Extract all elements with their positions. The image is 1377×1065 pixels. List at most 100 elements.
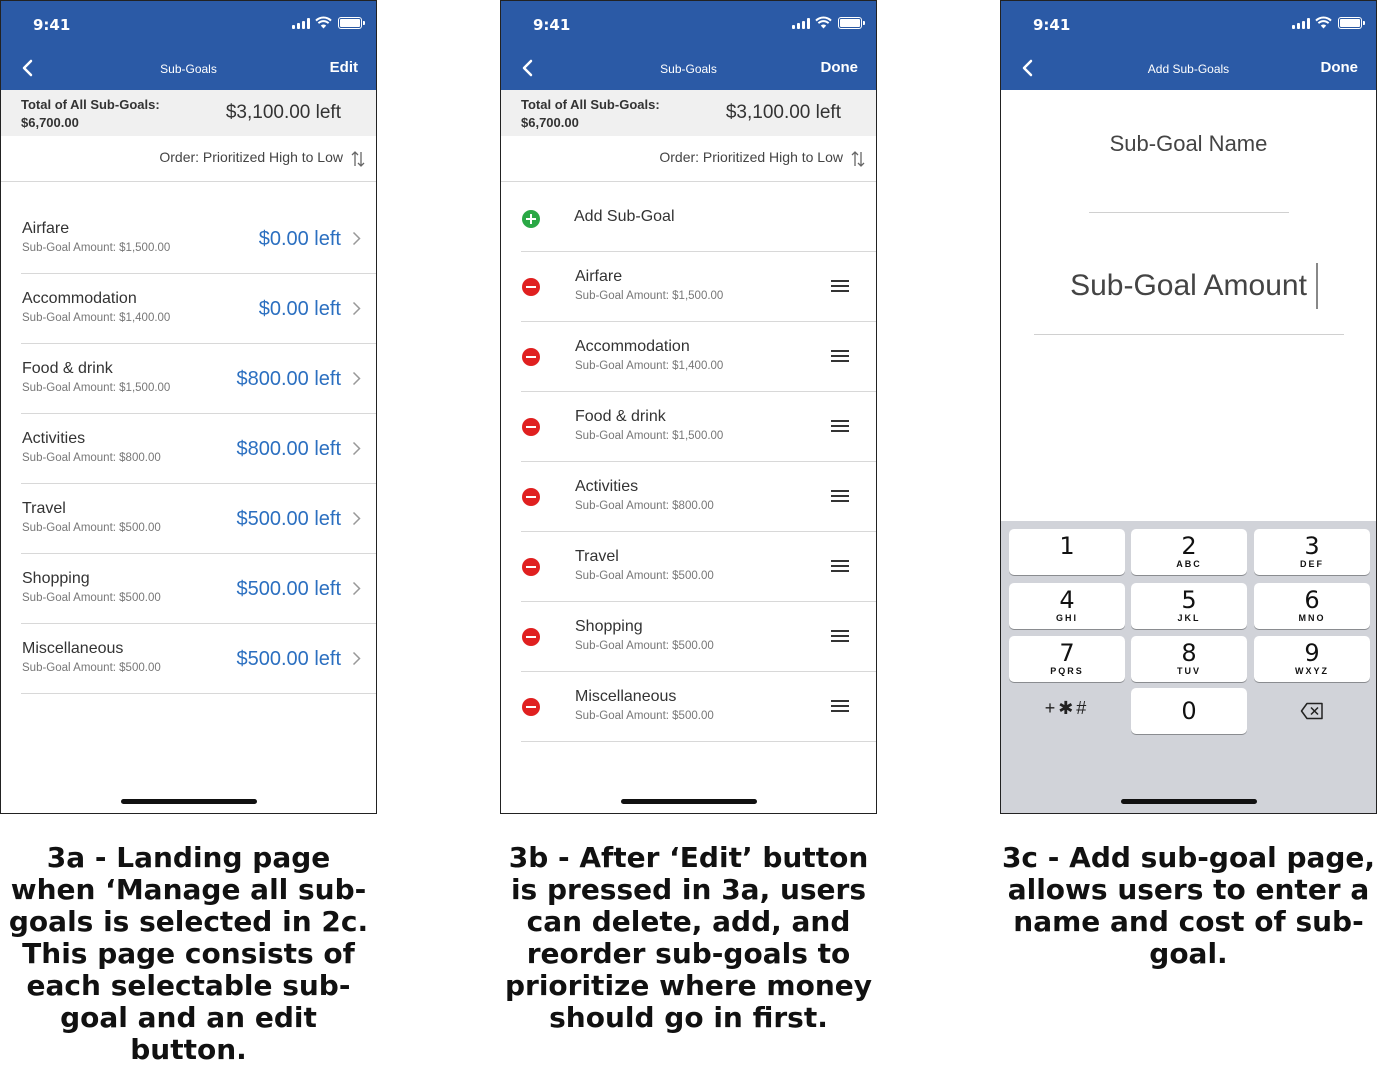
- sub-goal-row[interactable]: Accommodation Sub-Goal Amount: $1,400.00…: [21, 274, 376, 344]
- status-bar: 9:41: [1, 1, 376, 45]
- editable-sub-goal-row: Food & drink Sub-Goal Amount: $1,500.00: [521, 392, 876, 462]
- order-label: Order: Prioritized High to Low: [659, 149, 843, 165]
- drag-handle-icon[interactable]: [831, 700, 849, 712]
- key-4[interactable]: 4 GHI: [1009, 583, 1125, 629]
- sub-goal-amount-field[interactable]: Sub-Goal Amount: [1001, 269, 1376, 303]
- editable-sub-goal-row: Shopping Sub-Goal Amount: $500.00: [521, 602, 876, 672]
- sort-icon[interactable]: [350, 150, 366, 168]
- nav-title: Sub-Goals: [160, 62, 217, 76]
- screen-3a: 9:41 Sub-Goals Edit Total of All Sub-Goa…: [0, 0, 377, 814]
- signal-icon: [292, 18, 310, 29]
- sub-goal-amount: Sub-Goal Amount: $1,500.00: [575, 290, 724, 302]
- sub-goal-amount: Sub-Goal Amount: $500.00: [22, 592, 161, 604]
- sub-goal-amount: Sub-Goal Amount: $1,400.00: [575, 360, 724, 372]
- editable-sub-goal-row: Airfare Sub-Goal Amount: $1,500.00: [521, 252, 876, 322]
- sub-goal-amount: Sub-Goal Amount: $500.00: [22, 522, 161, 534]
- drag-handle-icon[interactable]: [831, 350, 849, 362]
- key-letters: DEF: [1300, 559, 1324, 569]
- home-indicator[interactable]: [1121, 799, 1257, 804]
- sub-goal-amount: Sub-Goal Amount: $800.00: [22, 452, 161, 464]
- sub-goal-row[interactable]: Shopping Sub-Goal Amount: $500.00 $500.0…: [21, 554, 376, 624]
- sub-goal-amount: Sub-Goal Amount: $500.00: [575, 570, 714, 582]
- caption-3a: 3a - Landing page when ‘Manage all sub-g…: [8, 841, 369, 1065]
- sub-goal-amount: Sub-Goal Amount: $1,500.00: [22, 382, 171, 394]
- delete-circle-icon[interactable]: [522, 558, 540, 576]
- key-0[interactable]: 0: [1131, 688, 1247, 734]
- sub-goal-row[interactable]: Airfare Sub-Goal Amount: $1,500.00 $0.00…: [21, 204, 376, 274]
- status-time: 9:41: [33, 16, 71, 34]
- sub-goal-name: Airfare: [22, 220, 70, 237]
- drag-handle-icon[interactable]: [831, 420, 849, 432]
- editable-sub-goal-row: Activities Sub-Goal Amount: $800.00: [521, 462, 876, 532]
- key-7[interactable]: 7 PQRS: [1009, 636, 1125, 682]
- key-8[interactable]: 8 TUV: [1131, 636, 1247, 682]
- name-field-underline: [1089, 212, 1289, 213]
- drag-handle-icon[interactable]: [831, 560, 849, 572]
- sort-icon[interactable]: [850, 150, 866, 168]
- delete-circle-icon[interactable]: [522, 278, 540, 296]
- key-9[interactable]: 9 WXYZ: [1254, 636, 1370, 682]
- wifi-icon: [315, 16, 332, 29]
- order-selector[interactable]: Order: Prioritized High to Low: [501, 136, 876, 182]
- sub-goal-amount: Sub-Goal Amount: $500.00: [575, 640, 714, 652]
- key-letters: MNO: [1298, 613, 1326, 623]
- battery-icon: [1338, 17, 1365, 29]
- sub-goal-row[interactable]: Travel Sub-Goal Amount: $500.00 $500.00 …: [21, 484, 376, 554]
- status-bar: 9:41: [501, 1, 876, 45]
- key-3[interactable]: 3 DEF: [1254, 529, 1370, 575]
- add-circle-icon[interactable]: [522, 210, 540, 228]
- key-digit: 9: [1304, 639, 1320, 667]
- key-1[interactable]: 1: [1009, 529, 1125, 575]
- sub-goal-row[interactable]: Miscellaneous Sub-Goal Amount: $500.00 $…: [21, 624, 376, 694]
- delete-circle-icon[interactable]: [522, 488, 540, 506]
- delete-circle-icon[interactable]: [522, 628, 540, 646]
- caption-3c: 3c - Add sub-goal page, allows users to …: [1001, 841, 1376, 970]
- summary-label: Total of All Sub-Goals: $6,700.00: [521, 96, 660, 132]
- key-2[interactable]: 2 ABC: [1131, 529, 1247, 575]
- summary-total-label: Total of All Sub-Goals:: [21, 97, 160, 112]
- nav-bar: Add Sub-Goals Done: [1001, 45, 1376, 90]
- key-5[interactable]: 5 JKL: [1131, 583, 1247, 629]
- numeric-keypad: 1 2 ABC 3 DEF 4 GHI 5 JKL 6 MNO 7 PQRS 8 TUV 9W…: [1001, 521, 1376, 813]
- amount-field-underline: [1034, 334, 1344, 335]
- key-delete[interactable]: [1254, 688, 1370, 734]
- sub-goal-name-field[interactable]: Sub-Goal Name: [1001, 131, 1376, 157]
- key-6[interactable]: 6 MNO: [1254, 583, 1370, 629]
- chevron-right-icon: [352, 441, 361, 456]
- drag-handle-icon[interactable]: [831, 280, 849, 292]
- summary-left: $3,100.00 left: [725, 102, 841, 123]
- drag-handle-icon[interactable]: [831, 630, 849, 642]
- add-sub-goal-row[interactable]: Add Sub-Goal: [521, 182, 876, 252]
- order-selector[interactable]: Order: Prioritized High to Low: [1, 136, 376, 182]
- screen-3c: 9:41 Add Sub-Goals Done Sub-Goal Name Su…: [1000, 0, 1377, 814]
- summary-total-value: $6,700.00: [521, 115, 579, 130]
- editable-sub-goal-list: Airfare Sub-Goal Amount: $1,500.00 Accom…: [521, 252, 876, 742]
- drag-handle-icon[interactable]: [831, 490, 849, 502]
- chevron-right-icon: [352, 301, 361, 316]
- home-indicator[interactable]: [621, 799, 757, 804]
- sub-goal-left: $800.00 left: [236, 368, 341, 390]
- key-digit: 5: [1181, 586, 1197, 614]
- sub-goal-name: Travel: [575, 548, 619, 565]
- nav-bar: Sub-Goals Done: [501, 45, 876, 90]
- add-sub-goal-label: Add Sub-Goal: [574, 208, 675, 225]
- delete-circle-icon[interactable]: [522, 348, 540, 366]
- sub-goal-name: Accommodation: [22, 290, 137, 307]
- delete-circle-icon[interactable]: [522, 418, 540, 436]
- delete-circle-icon[interactable]: [522, 698, 540, 716]
- key-symbols[interactable]: +✱#: [1009, 688, 1125, 734]
- chevron-right-icon: [352, 371, 361, 386]
- done-button[interactable]: Done: [821, 59, 859, 76]
- summary-bar: Total of All Sub-Goals: $6,700.00 $3,100.…: [1, 90, 376, 136]
- editable-sub-goal-row: Travel Sub-Goal Amount: $500.00: [521, 532, 876, 602]
- edit-button[interactable]: Edit: [330, 59, 358, 76]
- summary-label: Total of All Sub-Goals: $6,700.00: [21, 96, 160, 132]
- key-letters: WXYZ: [1295, 666, 1329, 676]
- done-button[interactable]: Done: [1321, 59, 1359, 76]
- sub-goal-row[interactable]: Activities Sub-Goal Amount: $800.00 $800…: [21, 414, 376, 484]
- key-digit: 1: [1059, 532, 1075, 560]
- home-indicator[interactable]: [121, 799, 257, 804]
- text-cursor: [1316, 263, 1318, 309]
- sub-goal-amount: Sub-Goal Amount: $500.00: [22, 662, 161, 674]
- sub-goal-row[interactable]: Food & drink Sub-Goal Amount: $1,500.00 …: [21, 344, 376, 414]
